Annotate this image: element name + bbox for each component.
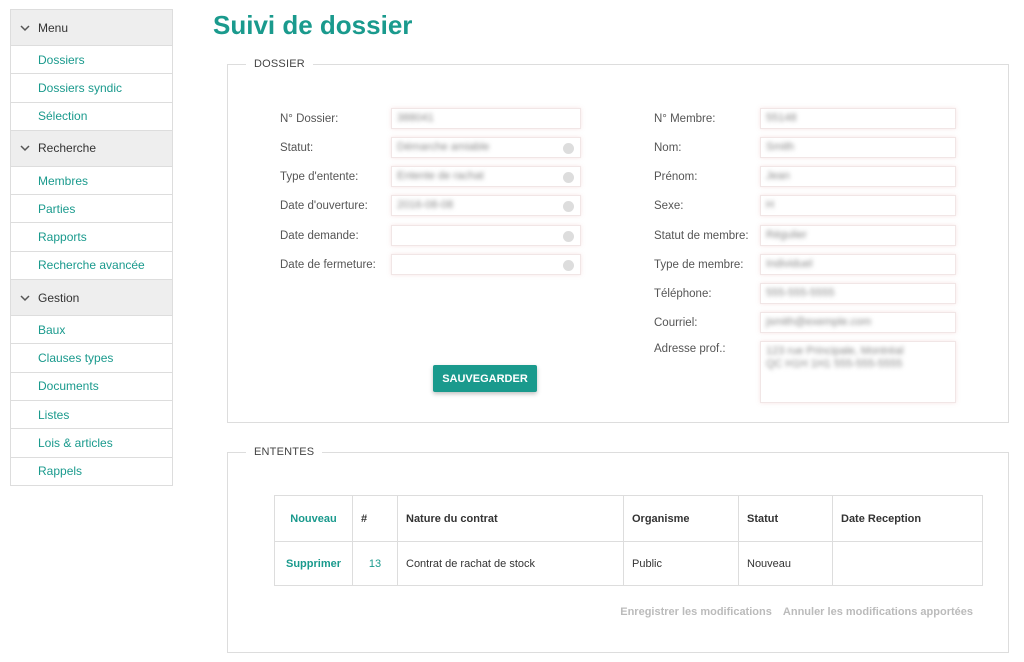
sidebar-item-clauses-types[interactable]: Clauses types <box>11 344 172 373</box>
sidebar-item-baux[interactable]: Baux <box>11 316 172 345</box>
sidebar-group-title: Menu <box>38 20 69 35</box>
field-label: Nom: <box>654 142 682 154</box>
field-value: H <box>766 199 774 211</box>
field-value: 555-555-5555 <box>766 287 835 299</box>
field-label: Prénom: <box>654 171 698 183</box>
ententes-section: ENTENTES Nouveau # Nature du contrat Org… <box>227 446 1009 653</box>
membre-number-field[interactable]: 55148 <box>760 108 956 129</box>
chevron-down-icon <box>20 295 30 301</box>
save-button[interactable]: SAUVEGARDER <box>433 365 537 392</box>
table-row: Supprimer 13 Contrat de rachat de stock … <box>274 541 983 586</box>
sidebar-group-header[interactable]: Recherche <box>11 130 172 167</box>
clear-icon[interactable] <box>563 172 574 183</box>
clear-icon[interactable] <box>563 260 574 271</box>
table-actions: Enregistrer les modifications Annuler le… <box>612 606 973 618</box>
field-value: 123 rue Principale, Montréal QC H1H 1H1 … <box>766 345 904 370</box>
new-entente-link[interactable]: Nouveau <box>274 495 353 542</box>
ententes-legend: ENTENTES <box>246 446 323 458</box>
column-header-nature: Nature du contrat <box>397 495 624 542</box>
sidebar-group-header[interactable]: Menu <box>11 10 172 46</box>
field-label: N° Membre: <box>654 113 716 125</box>
nom-field[interactable]: Smith <box>760 137 956 158</box>
entente-statut: Nouveau <box>738 541 833 586</box>
field-label: Courriel: <box>654 317 698 329</box>
sidebar-item-documents[interactable]: Documents <box>11 373 172 401</box>
sidebar-group-menu: Menu Dossiers Dossiers syndic Sélection <box>11 10 172 131</box>
clear-icon[interactable] <box>563 143 574 154</box>
field-value: jsmith@exemple.com <box>766 316 872 328</box>
column-header-number: # <box>352 495 398 542</box>
field-label: Sexe: <box>654 200 684 212</box>
delete-entente-link[interactable]: Supprimer <box>274 541 353 586</box>
date-demande-field[interactable] <box>391 225 581 246</box>
field-value: Régulier <box>766 229 807 241</box>
field-label: Date d'ouverture: <box>280 200 368 212</box>
field-label: Statut de membre: <box>654 230 749 242</box>
field-label: Type d'entente: <box>280 171 359 183</box>
field-value: 388041 <box>397 112 434 124</box>
field-value: Jean <box>766 170 790 182</box>
field-label: N° Dossier: <box>280 113 339 125</box>
sidebar: Menu Dossiers Dossiers syndic Sélection … <box>10 9 173 486</box>
dossier-section: DOSSIER N° Dossier: 388041 Statut: Démar… <box>227 58 1009 423</box>
table-header-row: Nouveau # Nature du contrat Organisme St… <box>274 495 983 542</box>
date-fermeture-field[interactable] <box>391 254 581 275</box>
sidebar-group-title: Recherche <box>38 141 97 156</box>
clear-icon[interactable] <box>563 201 574 212</box>
field-value: 55148 <box>766 112 797 124</box>
field-value: Démarche amiable <box>397 141 490 153</box>
dossier-number-field[interactable]: 388041 <box>391 108 581 129</box>
statut-membre-field[interactable]: Régulier <box>760 225 956 246</box>
prenom-field[interactable]: Jean <box>760 166 956 187</box>
ententes-table: Nouveau # Nature du contrat Organisme St… <box>274 495 983 586</box>
field-label: Date demande: <box>280 230 359 242</box>
entente-date-reception <box>832 541 983 586</box>
sidebar-item-parties[interactable]: Parties <box>11 195 172 224</box>
sidebar-item-rappels[interactable]: Rappels <box>11 458 172 486</box>
sidebar-group-header[interactable]: Gestion <box>11 280 172 317</box>
telephone-field[interactable]: 555-555-5555 <box>760 283 956 304</box>
entente-nature: Contrat de rachat de stock <box>397 541 624 586</box>
sidebar-group-recherche: Recherche Membres Parties Rapports Reche… <box>11 130 172 281</box>
sidebar-item-membres[interactable]: Membres <box>11 167 172 196</box>
field-label: Type de membre: <box>654 259 744 271</box>
field-value: Entente de rachat <box>397 170 484 182</box>
date-ouverture-field[interactable]: 2016-08-08 <box>391 195 581 216</box>
field-label: Statut: <box>280 142 314 154</box>
column-header-organisme: Organisme <box>623 495 739 542</box>
entente-organisme: Public <box>623 541 739 586</box>
save-changes-link[interactable]: Enregistrer les modifications <box>620 606 772 618</box>
sidebar-item-rapports[interactable]: Rapports <box>11 223 172 252</box>
field-label: Date de fermeture: <box>280 259 376 271</box>
sidebar-group-gestion: Gestion Baux Clauses types Documents Lis… <box>11 280 172 486</box>
courriel-field[interactable]: jsmith@exemple.com <box>760 312 956 333</box>
cancel-changes-link[interactable]: Annuler les modifications apportées <box>783 606 973 618</box>
sidebar-item-lois-articles[interactable]: Lois & articles <box>11 429 172 458</box>
field-value: 2016-08-08 <box>397 199 454 211</box>
sidebar-group-title: Gestion <box>38 290 80 305</box>
sidebar-item-selection[interactable]: Sélection <box>11 103 172 131</box>
column-header-date-reception: Date Reception <box>832 495 983 542</box>
sidebar-item-dossiers[interactable]: Dossiers <box>11 46 172 75</box>
entente-number[interactable]: 13 <box>352 541 398 586</box>
type-entente-select[interactable]: Entente de rachat <box>391 166 581 187</box>
chevron-down-icon <box>20 24 30 31</box>
column-header-statut: Statut <box>738 495 833 542</box>
statut-select[interactable]: Démarche amiable <box>391 137 581 158</box>
sexe-field[interactable]: H <box>760 195 956 216</box>
chevron-down-icon <box>20 145 30 152</box>
sidebar-item-listes[interactable]: Listes <box>11 401 172 430</box>
dossier-legend: DOSSIER <box>246 58 313 70</box>
clear-icon[interactable] <box>563 231 574 242</box>
type-membre-field[interactable]: Individuel <box>760 254 956 275</box>
field-label: Adresse prof.: <box>654 343 726 355</box>
field-label: Téléphone: <box>654 288 712 300</box>
field-value: Smith <box>766 141 795 153</box>
sidebar-item-recherche-avancee[interactable]: Recherche avancée <box>11 252 172 281</box>
adresse-prof-field[interactable]: 123 rue Principale, Montréal QC H1H 1H1 … <box>760 341 956 403</box>
page-title: Suivi de dossier <box>213 10 413 40</box>
field-value: Individuel <box>766 258 813 270</box>
sidebar-item-dossiers-syndic[interactable]: Dossiers syndic <box>11 74 172 103</box>
